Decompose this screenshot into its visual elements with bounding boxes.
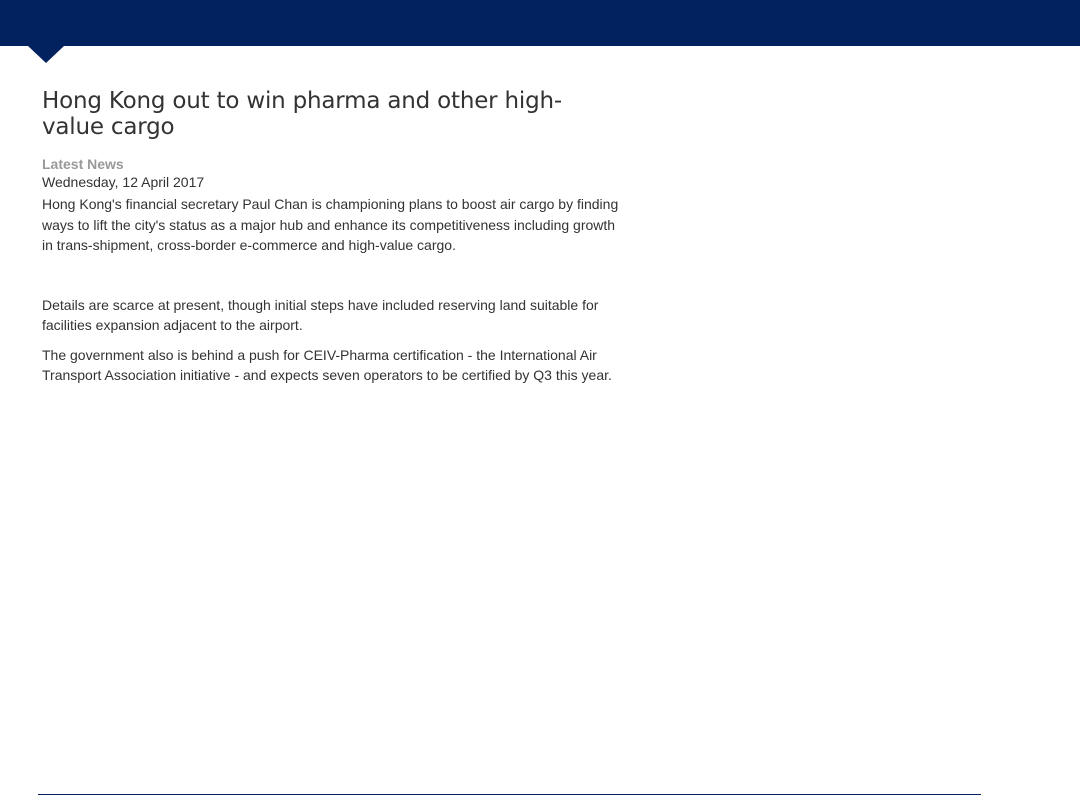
article-paragraph-2: Details are scarce at present, though in… <box>42 296 599 334</box>
article-headline: Hong Kong out to win pharma and other hi… <box>42 88 562 140</box>
slide-page: Hong Kong out to win pharma and other hi… <box>0 0 1080 810</box>
article-paragraph-1: Hong Kong's financial secretary Paul Cha… <box>42 196 619 253</box>
news-article: Hong Kong out to win pharma and other hi… <box>42 88 622 386</box>
article-paragraph-3: The government also is behind a push for… <box>42 346 612 384</box>
footer-divider <box>38 794 981 795</box>
banner-notch-arrow <box>28 46 64 63</box>
article-category: Latest News <box>42 156 124 172</box>
top-banner <box>0 0 1080 46</box>
article-date: Wednesday, 12 April 2017 <box>42 174 205 190</box>
